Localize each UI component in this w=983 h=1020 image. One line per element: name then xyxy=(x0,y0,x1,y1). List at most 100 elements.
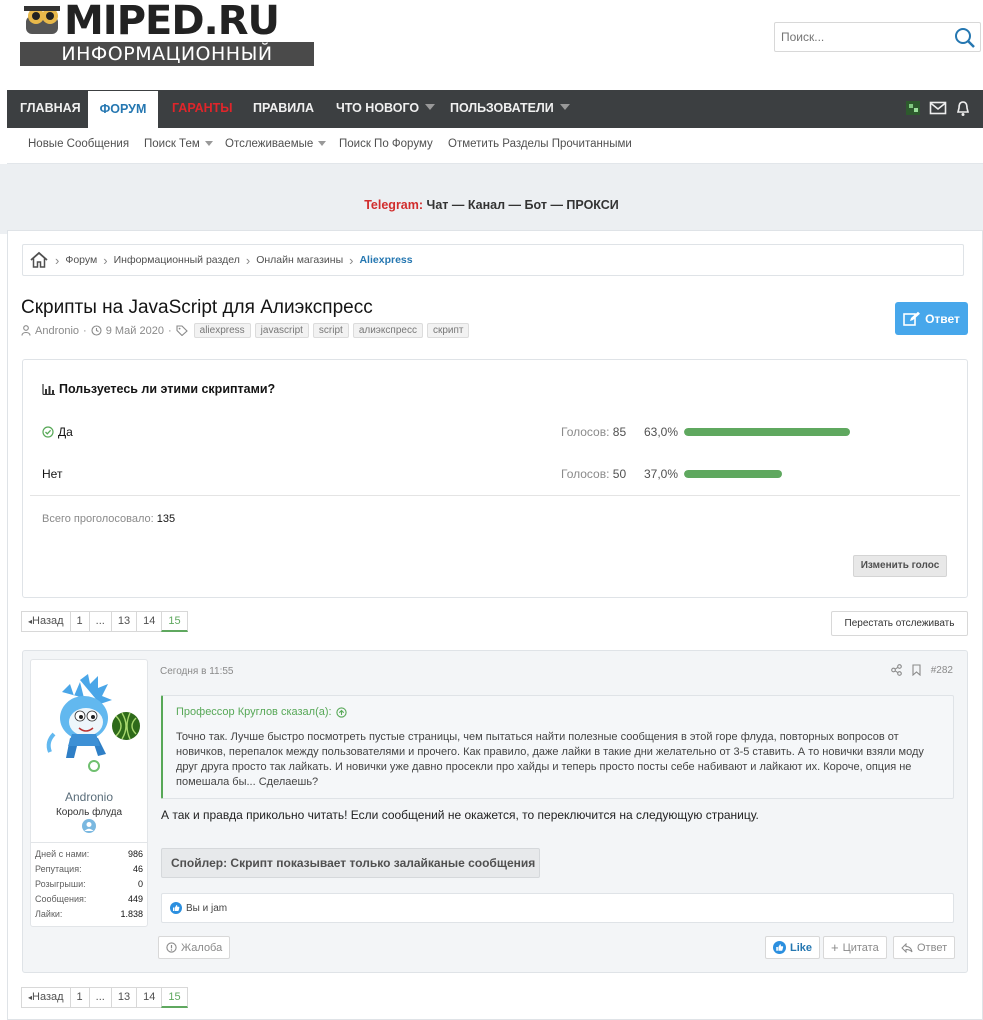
edit-icon xyxy=(903,311,921,326)
page-link[interactable]: 1 xyxy=(69,611,90,632)
poll-option-yes: Да Голосов: 85 63,0% xyxy=(42,422,942,442)
tags-icon xyxy=(176,325,188,336)
stat-row: Репутация: 46 xyxy=(35,864,143,879)
poll-bar-fill xyxy=(684,470,782,478)
poll-votes: Голосов: 85 xyxy=(561,425,626,439)
prev-page-button[interactable]: ◂Назад xyxy=(21,987,71,1008)
nav-item-users-label: Пользователи xyxy=(450,101,554,115)
nav-item-forum[interactable]: Форум xyxy=(88,91,158,128)
page-link-current[interactable]: 15 xyxy=(161,611,188,632)
subnav-watched[interactable]: Отслеживаемые xyxy=(225,138,327,150)
subnav-new-posts[interactable]: Новые Сообщения xyxy=(28,138,129,150)
logo-text: MIPED.RU xyxy=(64,0,280,44)
page-jump[interactable]: ... xyxy=(88,611,112,632)
subnav-search-threads[interactable]: Поиск Тем xyxy=(144,138,213,150)
report-button-label: Жалоба xyxy=(181,941,223,954)
telegram-proxy-link[interactable]: ПРОКСИ xyxy=(566,198,618,212)
quote-text: Точно так. Лучше быстро посмотреть пусты… xyxy=(176,731,924,788)
post-text: А так и правда прикольно читать! Если со… xyxy=(161,808,759,822)
envelope-icon[interactable] xyxy=(929,100,947,116)
nav-item-users[interactable]: Пользователи xyxy=(450,90,570,128)
online-status-icon xyxy=(88,760,100,772)
prev-page-button[interactable]: ◂Назад xyxy=(21,611,71,632)
stat-value: 1.838 xyxy=(120,909,143,919)
home-icon[interactable] xyxy=(29,251,49,269)
post-number[interactable]: #282 xyxy=(931,665,953,676)
telegram-bot-link[interactable]: Бот xyxy=(525,198,547,212)
share-icon[interactable] xyxy=(890,664,902,676)
nav-item-guarantors[interactable]: Гаранты xyxy=(172,90,233,128)
subnav-search-forum[interactable]: Поиск По Форуму xyxy=(339,138,433,150)
page-link[interactable]: 13 xyxy=(110,611,138,632)
page-link[interactable]: 14 xyxy=(136,987,163,1008)
poll-bar-fill xyxy=(684,428,850,436)
poll-total: Всего проголосовало: 135 xyxy=(42,513,175,525)
nav-item-home[interactable]: Главная xyxy=(20,90,81,128)
poll-percent: 63,0% xyxy=(644,425,679,439)
breadcrumb-forum[interactable]: Форум xyxy=(65,254,97,266)
reply-button[interactable]: Ответ xyxy=(895,302,968,335)
breadcrumb-online-shops[interactable]: Онлайн магазины xyxy=(256,254,343,266)
breadcrumb-aliexpress[interactable]: Aliexpress xyxy=(359,254,412,266)
nav-item-whats-new[interactable]: Что нового xyxy=(336,90,436,128)
username[interactable]: Andronio xyxy=(31,790,147,804)
tag-javascript[interactable]: javascript xyxy=(254,323,309,338)
telegram-label: Telegram: xyxy=(364,198,424,212)
poll-option-label: Да xyxy=(42,425,73,439)
likes-list[interactable]: Вы и jam xyxy=(186,903,227,914)
user-icon xyxy=(21,325,31,336)
telegram-links: Telegram: Чат — Канал — Бот — ПРОКСИ xyxy=(0,198,983,212)
thread-date[interactable]: 9 Май 2020 xyxy=(106,325,164,337)
bookmark-icon[interactable] xyxy=(912,664,921,676)
chevron-right-icon: › xyxy=(55,252,60,268)
poll-option-label: Нет xyxy=(42,467,62,481)
page-jump[interactable]: ... xyxy=(88,987,112,1008)
quote-button[interactable]: + Цитата xyxy=(823,936,887,959)
site-logo[interactable]: MIPED.RU ИНФОРМАЦИОННЫЙ ПОРТАЛ xyxy=(20,0,314,89)
post-date[interactable]: Сегодня в 11:55 xyxy=(160,666,233,677)
quote-header[interactable]: Профессор Круглов сказал(а): xyxy=(176,706,347,718)
page-link[interactable]: 13 xyxy=(110,987,138,1008)
stat-row: Сообщения: 449 xyxy=(35,894,143,909)
stat-value: 0 xyxy=(137,879,143,889)
separator: · xyxy=(167,324,172,337)
tag-aliexpress-ru[interactable]: алиэкспресс xyxy=(352,323,423,338)
stat-label: Розыгрыши: xyxy=(35,879,86,889)
divider xyxy=(30,495,960,496)
info-circle-icon xyxy=(166,942,177,953)
quote-button-label: Цитата xyxy=(842,941,879,954)
stat-row: Дней с нами: 986 xyxy=(35,849,143,864)
page-link[interactable]: 14 xyxy=(136,611,163,632)
breadcrumb-info-section[interactable]: Информационный раздел xyxy=(114,254,240,266)
header: MIPED.RU ИНФОРМАЦИОННЫЙ ПОРТАЛ xyxy=(0,0,983,90)
page-link-current[interactable]: 15 xyxy=(161,987,188,1008)
stat-label: Репутация: xyxy=(35,864,82,874)
telegram-chat-link[interactable]: Чат xyxy=(427,198,449,212)
change-vote-button[interactable]: Изменить голос xyxy=(853,555,947,577)
page-link[interactable]: 1 xyxy=(69,987,90,1008)
reply-icon xyxy=(901,942,913,953)
tag-script-ru[interactable]: скрипт xyxy=(426,323,470,338)
subnav-search-threads-label: Поиск Тем xyxy=(144,138,200,150)
nav-item-rules[interactable]: Правила xyxy=(253,90,314,128)
report-button[interactable]: Жалоба xyxy=(158,936,231,959)
bell-icon[interactable] xyxy=(955,100,971,117)
subnav-mark-read[interactable]: Отметить Разделы Прочитанными xyxy=(448,138,632,150)
telegram-channel-link[interactable]: Канал xyxy=(468,198,505,212)
thread-author[interactable]: Andronio xyxy=(35,325,79,337)
likes-bar: Вы и jam xyxy=(161,893,954,923)
quote-author: Профессор Круглов сказал(а): xyxy=(176,706,332,718)
user-avatar-icon[interactable] xyxy=(905,100,921,116)
search-icon[interactable] xyxy=(954,27,976,49)
avatar[interactable] xyxy=(40,672,140,774)
tag-aliexpress[interactable]: aliexpress xyxy=(193,323,251,338)
tag-script[interactable]: script xyxy=(312,323,349,338)
post-reply-button[interactable]: Ответ xyxy=(893,936,956,959)
spoiler-button[interactable]: Спойлер: Скрипт показывает только залайк… xyxy=(161,848,540,878)
stat-label: Лайки: xyxy=(35,909,63,919)
poll-option-text: Да xyxy=(58,425,73,439)
unwatch-button[interactable]: Перестать отслеживать xyxy=(831,611,968,636)
like-button[interactable]: Like xyxy=(765,936,821,959)
page-title: Скрипты на JavaScript для Алиэкспресс xyxy=(21,297,373,318)
search-input[interactable] xyxy=(775,23,945,51)
